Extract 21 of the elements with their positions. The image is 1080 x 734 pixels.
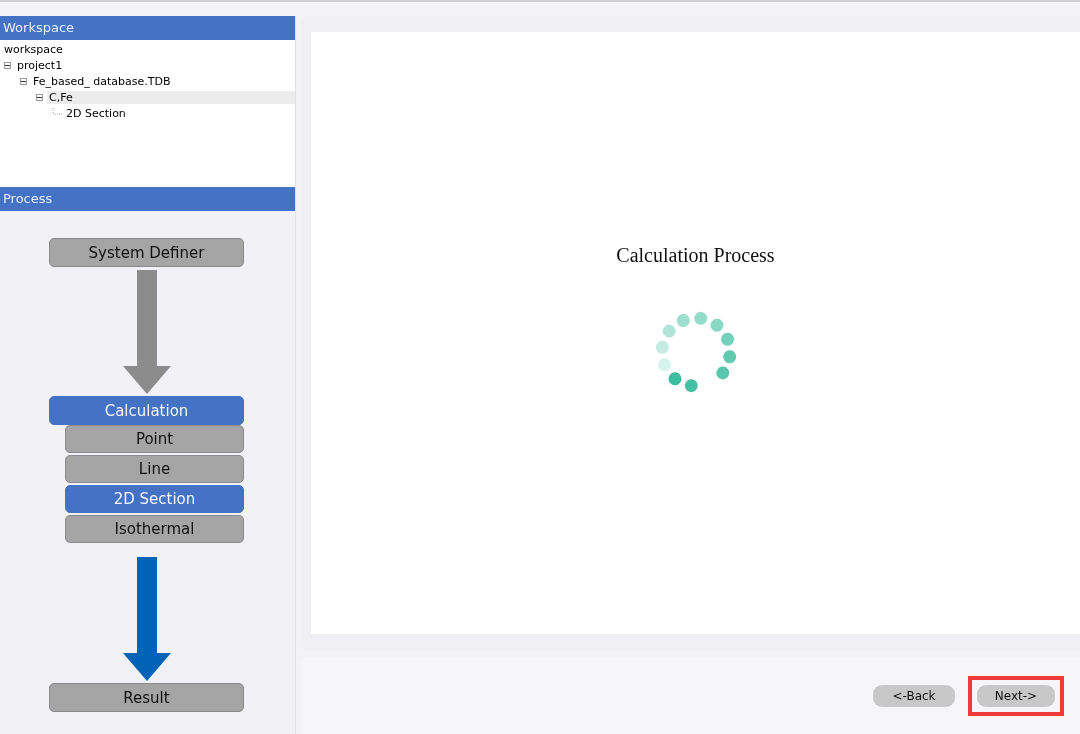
process-step[interactable]: Line — [65, 455, 244, 483]
tree-item[interactable]: project1 — [15, 58, 65, 72]
tree-line-icon — [52, 108, 62, 118]
next-button[interactable]: Next-> — [977, 684, 1055, 707]
tree-item[interactable]: C,Fe — [47, 90, 295, 104]
panel-header: Workspace — [0, 16, 295, 40]
process-step[interactable]: System Definer — [49, 238, 244, 267]
tree-item[interactable]: Fe_based_ database.TDB — [31, 74, 173, 88]
collapse-icon[interactable] — [36, 93, 43, 101]
process-step[interactable]: 2D Section — [65, 485, 244, 513]
tree-item[interactable]: 2D Section — [64, 106, 128, 120]
process-step[interactable]: Isothermal — [65, 515, 244, 543]
collapse-icon[interactable] — [20, 77, 27, 85]
panel-header: Process — [0, 187, 295, 211]
process-step[interactable]: Point — [65, 425, 244, 453]
calculation-title: Calculation Process — [616, 244, 775, 267]
process-step[interactable]: Calculation — [49, 396, 244, 425]
back-button[interactable]: <-Back — [873, 684, 955, 707]
tree-item[interactable]: workspace — [2, 42, 65, 56]
process-step[interactable]: Result — [49, 683, 244, 712]
collapse-icon[interactable] — [4, 61, 11, 69]
